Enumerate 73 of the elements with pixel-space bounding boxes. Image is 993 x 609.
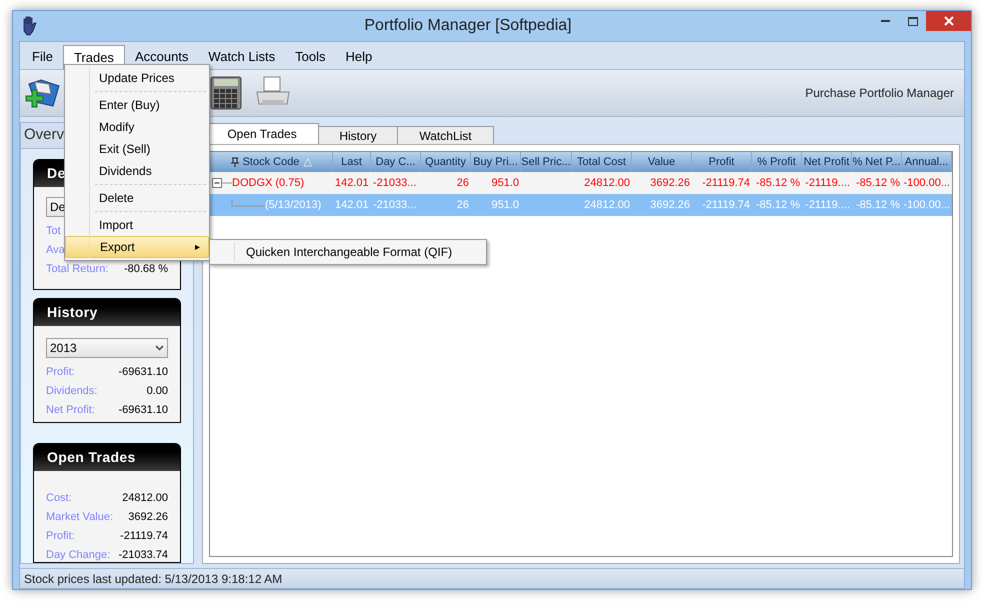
table-cell-text: -21033... xyxy=(373,176,416,191)
menu-entry[interactable]: Export ▸ xyxy=(65,236,209,258)
table-cell-text: -100.00... xyxy=(904,176,950,191)
table-cell-text: DODGX (0.75) xyxy=(232,176,304,191)
card-title: History xyxy=(34,299,180,326)
close-icon xyxy=(944,16,954,26)
stat-label: Cost: xyxy=(46,490,72,506)
table-cell-text: 3692.26 xyxy=(650,176,690,191)
menu-entry[interactable]: Update Prices xyxy=(65,67,209,89)
table-cell-text: (5/13/2013) xyxy=(265,198,322,213)
chevron-down-icon xyxy=(155,345,164,351)
calculator-icon[interactable] xyxy=(210,76,242,110)
stat-label: Total Return: xyxy=(46,262,108,277)
menu-entry[interactable]: Enter (Buy) xyxy=(65,94,209,116)
menu-entry[interactable]: Import xyxy=(65,214,209,236)
minimize-icon xyxy=(881,20,890,22)
table-cell-text: -85.12 % xyxy=(756,176,800,191)
stat-label: Profit: xyxy=(46,364,75,380)
stat-value: 24812.00 xyxy=(122,490,168,506)
close-button[interactable] xyxy=(926,11,971,31)
stat-value: -21119.74 xyxy=(120,528,168,544)
menu-item[interactable]: Tools xyxy=(285,45,336,69)
toolbar-caption: Purchase Portfolio Manager xyxy=(805,85,954,102)
table-cell-text: -21033... xyxy=(373,198,416,213)
table-cell-text: 142.01 xyxy=(335,176,369,191)
stat-label: Day Change: xyxy=(46,548,110,563)
status-bar: Stock prices last updated: 5/13/2013 9:18:12 AM xyxy=(20,568,964,588)
maximize-icon xyxy=(908,16,918,26)
stat-value: 0.00 xyxy=(146,384,168,399)
stat-value: -80.68 % xyxy=(124,262,168,277)
stat-label: Ava xyxy=(46,242,65,258)
stat-label: Dividends: xyxy=(46,384,98,399)
window-title: Portfolio Manager [Softpedia] xyxy=(364,16,572,36)
stat-label: Market Value: xyxy=(46,510,114,525)
tab[interactable]: History xyxy=(318,126,398,144)
dropdown[interactable]: 2013 xyxy=(46,338,168,358)
table-cell-text: -21119.... xyxy=(805,176,850,191)
stat-label: Net Profit: xyxy=(46,402,95,418)
table-cell-text: 142.01 xyxy=(335,198,369,213)
hand-icon xyxy=(21,16,39,36)
stat-label: Profit: xyxy=(46,528,75,544)
table-cell-text: 26 xyxy=(456,198,469,213)
stat-label: Tot xyxy=(46,224,61,239)
tab[interactable]: WatchList xyxy=(397,126,494,144)
menu-item[interactable]: Accounts xyxy=(124,45,198,69)
stat-value: -69631.10 xyxy=(118,402,168,418)
card-title: Open Trades xyxy=(34,444,180,471)
table-cell-text: 24812.00 xyxy=(584,198,630,213)
collapse-icon[interactable] xyxy=(212,178,232,188)
menu-item[interactable]: Watch Lists xyxy=(198,45,286,69)
table-cell-text: 24812.00 xyxy=(584,176,630,191)
table-cell-text: -21119.74 xyxy=(702,176,750,191)
pin-icon[interactable] xyxy=(230,157,239,167)
table-cell-text: -21119.74 xyxy=(702,198,750,213)
sort-indicator: △ xyxy=(303,154,312,170)
stat-value: -21033.74 xyxy=(118,548,168,563)
menu-entry[interactable]: Delete xyxy=(65,187,209,209)
table-cell-text: 951.0 xyxy=(491,176,519,191)
stat-value: 3692.26 xyxy=(128,510,168,525)
table-cell-text: -85.12 % xyxy=(756,198,800,213)
table-row[interactable]: DODGX (0.75) 142.01 -21033... 26 951.0 24812.00 3692.26 -21119.74 -85.12 % -21119.... -85.12 % -100.00... xyxy=(210,172,952,194)
menu-item[interactable]: File xyxy=(22,45,63,69)
table-cell-text: 3692.26 xyxy=(650,198,690,213)
table-cell-text: -85.12 % xyxy=(856,176,900,191)
menu-item[interactable]: Help xyxy=(335,45,382,69)
table-cell-text: -21119.... xyxy=(805,198,850,213)
table-cell-text: 951.0 xyxy=(491,198,519,213)
table-cell-text: -85.12 % xyxy=(856,198,900,213)
stat-value: -69631.10 xyxy=(118,364,168,380)
table-cell-text: -100.00... xyxy=(904,198,950,213)
submenu-arrow: ▸ xyxy=(195,240,200,254)
table-cell-text: 26 xyxy=(456,176,469,191)
menu-entry[interactable]: Quicken Interchangeable Format (QIF) xyxy=(210,242,486,262)
